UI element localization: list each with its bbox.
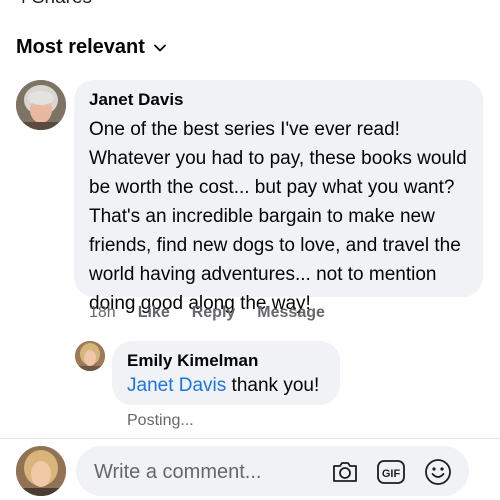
janet-avatar-image <box>16 80 66 130</box>
reply-text: Janet Davis thank you! <box>127 375 319 397</box>
message-button[interactable]: Message <box>257 304 325 322</box>
sort-dropdown[interactable]: Most relevant <box>16 36 167 59</box>
chevron-down-icon <box>154 44 166 51</box>
comment-input[interactable] <box>92 446 316 498</box>
comment-text: One of the best series I've ever read! W… <box>89 119 467 314</box>
reply-message: thank you! <box>226 375 320 396</box>
like-button[interactable]: Like <box>138 304 170 322</box>
camera-icon[interactable] <box>330 457 360 487</box>
emoji-icon[interactable] <box>423 457 453 487</box>
divider <box>0 438 500 439</box>
svg-text:GIF: GIF <box>382 468 401 480</box>
user-avatar-image <box>16 446 66 496</box>
posting-status: Posting... <box>127 412 194 429</box>
avatar[interactable] <box>16 446 66 496</box>
emily-avatar-image <box>75 341 105 371</box>
comment-author[interactable]: Janet Davis <box>89 90 184 110</box>
mention-link[interactable]: Janet Davis <box>127 375 226 396</box>
comment-timestamp[interactable]: 18h <box>89 304 116 322</box>
sort-label: Most relevant <box>16 36 145 58</box>
avatar[interactable] <box>16 80 66 130</box>
reply-author[interactable]: Emily Kimelman <box>127 351 258 371</box>
reply-button[interactable]: Reply <box>192 304 236 322</box>
comment-actions: 18h Like Reply Message <box>89 304 325 322</box>
shares-count[interactable]: 4 Shares <box>16 0 92 9</box>
avatar[interactable] <box>75 341 105 371</box>
comment-composer: GIF <box>76 446 469 498</box>
gif-icon[interactable]: GIF <box>376 457 406 487</box>
